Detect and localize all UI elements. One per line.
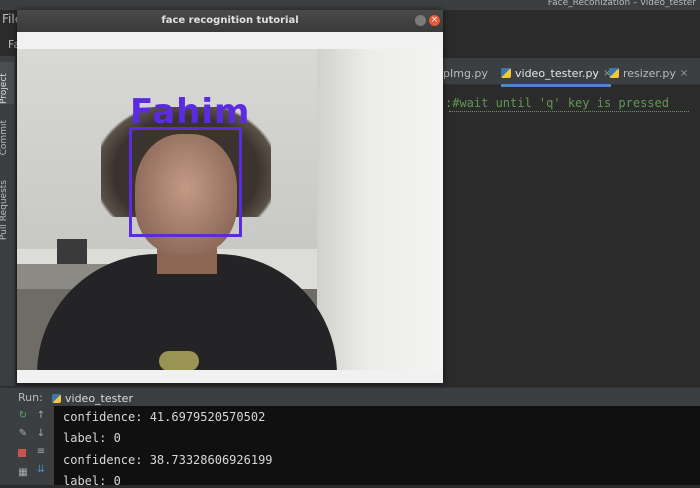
tool-tab-commit[interactable]: Commit (0, 120, 14, 155)
face-detection-label: Fahim (130, 92, 251, 132)
console-line: label: 0 (63, 431, 121, 445)
tab-label: video_tester.py (515, 66, 599, 80)
python-file-icon (609, 68, 619, 78)
wrench-icon[interactable]: ✎ (18, 429, 28, 439)
run-toolbar: ↻ ↑ ✎ ↓ ≡ ▦ ⇊ (0, 406, 54, 485)
ide-window-title: Face_Reconization – video_tester (547, 0, 696, 8)
left-tool-strip: Project Commit Pull Requests (0, 56, 16, 386)
webcam-frame: Fahim (17, 49, 443, 370)
opencv-window-footer (17, 370, 443, 383)
shirt-logo (159, 351, 199, 370)
tab-resizer[interactable]: resizer.py × (609, 62, 688, 84)
tab-pimg[interactable]: pImg.py (443, 62, 488, 84)
opencv-window-title: face recognition tutorial (161, 15, 299, 26)
run-label: Run: (18, 391, 43, 404)
background-wall-right (317, 49, 443, 370)
run-panel-header: Run: video_tester (0, 387, 700, 408)
tool-tab-pull-requests[interactable]: Pull Requests (0, 180, 14, 240)
editor-tabs-bar: pImg.py video_tester.py × resizer.py × (443, 58, 700, 87)
close-button[interactable]: × (429, 15, 440, 26)
code-underline (449, 111, 689, 112)
minimize-button[interactable] (415, 15, 426, 26)
tab-video-tester[interactable]: video_tester.py × (501, 62, 612, 87)
close-icon[interactable]: × (680, 68, 688, 79)
code-line-comment[interactable]: :#wait until 'q' key is pressed (445, 96, 669, 110)
console-line: confidence: 38.73328606926199 (63, 453, 273, 467)
opencv-window-titlebar[interactable]: face recognition tutorial × (17, 10, 443, 32)
tool-tab-project[interactable]: Project (0, 62, 14, 104)
opencv-window[interactable]: face recognition tutorial × Fahim (17, 10, 443, 383)
tab-label: pImg.py (443, 66, 488, 80)
arrow-down-icon[interactable]: ↓ (36, 429, 46, 439)
rerun-icon[interactable]: ↻ (18, 411, 28, 421)
arrow-up-icon[interactable]: ↑ (36, 411, 46, 421)
run-tab-label: video_tester (65, 391, 133, 405)
python-file-icon (501, 68, 511, 78)
tab-label: resizer.py (623, 66, 676, 80)
scroll-to-end-icon[interactable]: ⇊ (36, 465, 46, 475)
soft-wrap-icon[interactable]: ≡ (36, 447, 46, 457)
console-line: label: 0 (63, 474, 121, 488)
face-detection-box (129, 127, 242, 237)
console-line: confidence: 41.6979520570502 (63, 410, 266, 424)
stop-icon[interactable] (18, 449, 26, 457)
layout-icon[interactable]: ▦ (18, 468, 28, 478)
python-file-icon (52, 393, 61, 403)
